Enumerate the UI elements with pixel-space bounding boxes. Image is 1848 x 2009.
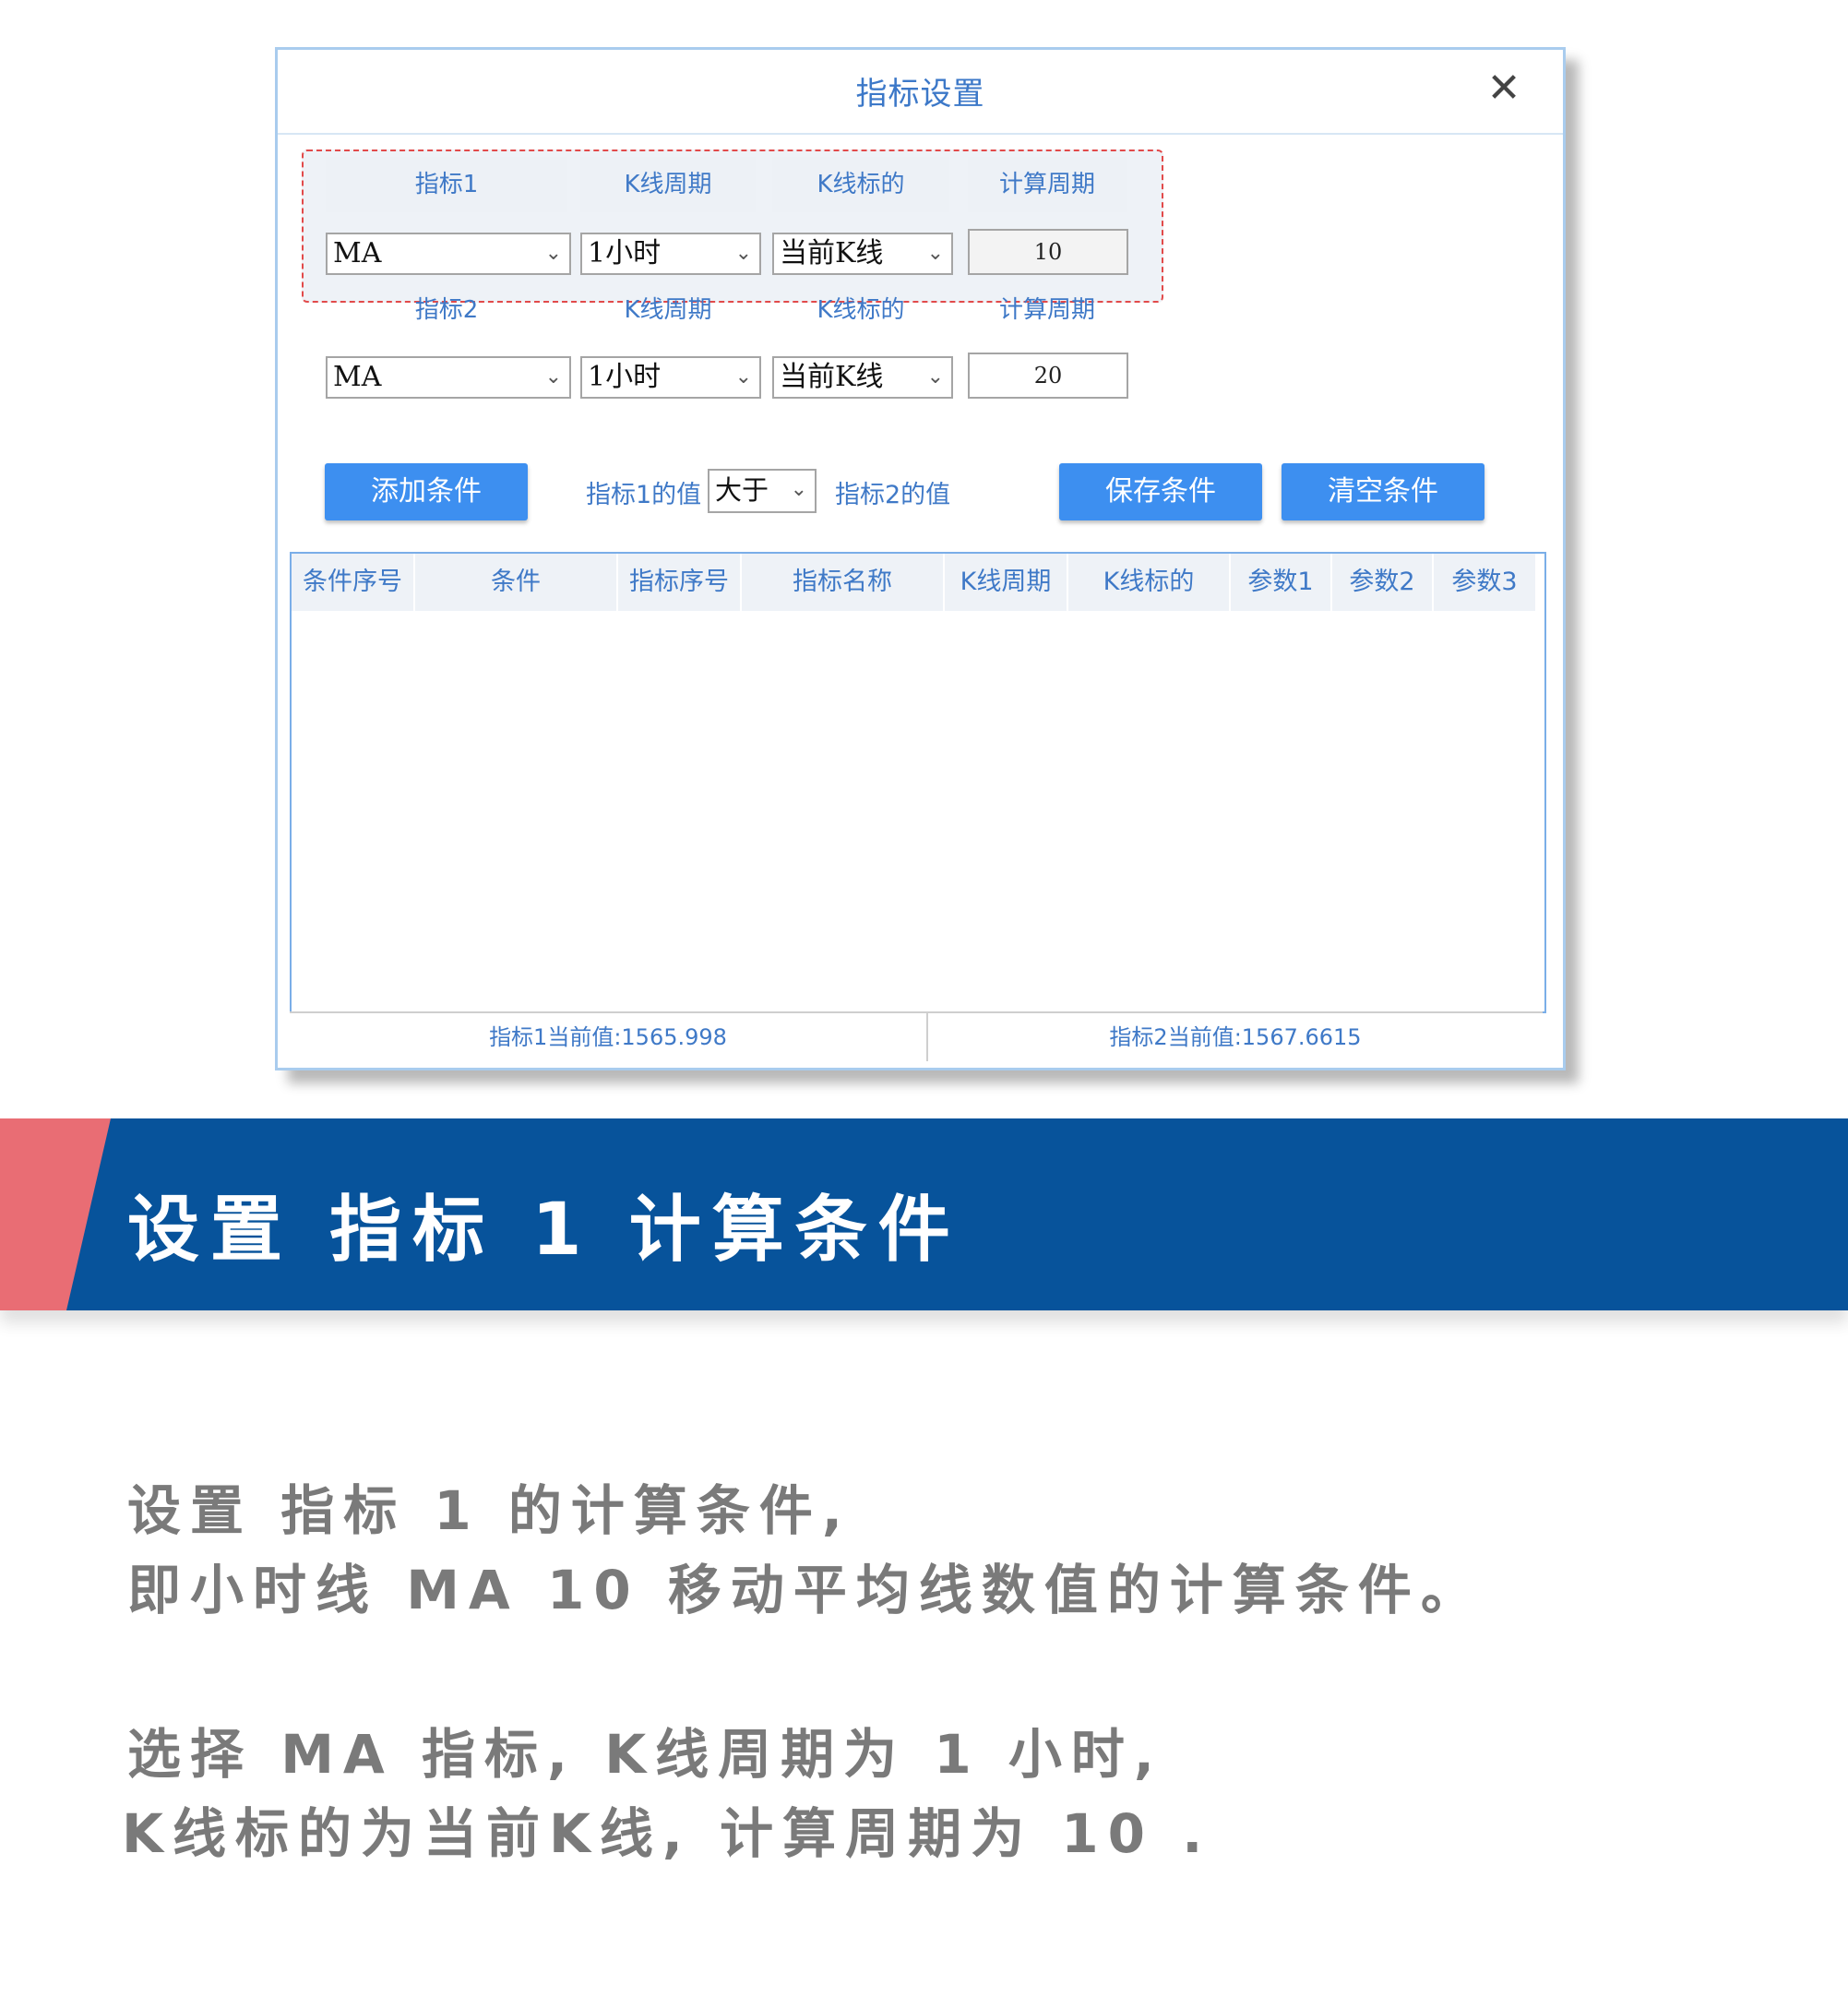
indicator2-current-value: 指标2当前值:1567.6615 (1109, 1024, 1362, 1050)
indicator1-calc-period-label: 计算周期 (968, 157, 1127, 212)
indicator1-kline-target-label: K线标的 (772, 157, 949, 212)
chevron-down-icon: ⌄ (926, 242, 944, 265)
compare-right-label: 指标2的值 (835, 481, 951, 509)
table-header[interactable]: 指标序号 (618, 554, 742, 611)
description-line-4: K线标的为当前K线, 计算周期为 10 . (122, 1802, 1212, 1865)
table-header[interactable]: 指标名称 (742, 554, 945, 611)
dialog-titlebar: 指标设置 ✕ (278, 50, 1563, 135)
table-header[interactable]: 条件序号 (292, 554, 415, 611)
indicator1-label: 指标1 (326, 157, 567, 212)
clear-condition-button[interactable]: 清空条件 (1282, 463, 1484, 520)
indicator2-kline-period-label: K线周期 (624, 296, 712, 324)
indicator2-kline-period-select[interactable]: 1小时 ⌄ (580, 356, 761, 399)
indicator2-calc-period-label: 计算周期 (998, 296, 1095, 324)
chevron-down-icon: ⌄ (734, 242, 752, 265)
indicator1-kline-target-value: 当前K线 (780, 237, 884, 269)
compare-left-label: 指标1的值 (586, 481, 702, 509)
indicator2-calc-period-input[interactable]: 20 (968, 353, 1128, 399)
description-line-3: 选择 MA 指标, K线周期为 1 小时, (127, 1723, 1163, 1786)
table-header[interactable]: 参数2 (1332, 554, 1434, 611)
indicator1-kline-period-value: 1小时 (588, 237, 662, 269)
chevron-down-icon: ⌄ (926, 365, 944, 389)
indicator1-kline-period-label: K线周期 (580, 157, 756, 212)
close-icon[interactable]: ✕ (1478, 63, 1530, 114)
save-condition-button[interactable]: 保存条件 (1059, 463, 1262, 520)
indicator1-calc-period-input[interactable]: 10 (968, 229, 1128, 275)
table-header[interactable]: 参数3 (1434, 554, 1537, 611)
indicator2-kline-target-label: K线标的 (817, 296, 905, 324)
indicator2-kline-target-select[interactable]: 当前K线 ⌄ (772, 356, 953, 399)
indicator1-select[interactable]: MA ⌄ (326, 233, 571, 275)
dialog-title: 指标设置 (855, 76, 985, 113)
indicator1-current-value: 指标1当前值:1565.998 (489, 1024, 727, 1050)
chevron-down-icon: ⌄ (734, 365, 752, 389)
indicator2-select[interactable]: MA ⌄ (326, 356, 571, 399)
table-header[interactable]: K线周期 (945, 554, 1068, 611)
section-banner: 设置 指标 1 计算条件 (0, 1118, 1848, 1310)
status-bar: 指标1当前值:1565.998 指标2当前值:1567.6615 (290, 1011, 1543, 1061)
indicator2-select-value: MA (333, 361, 382, 393)
table-header[interactable]: K线标的 (1068, 554, 1231, 611)
compare-operator-value: 大于 (715, 474, 769, 506)
table-header[interactable]: 参数1 (1231, 554, 1332, 611)
indicator1-select-value: MA (333, 237, 382, 269)
indicator-settings-dialog: 指标设置 ✕ 指标1 K线周期 K线标的 计算周期 MA ⌄ 1小时 ⌄ 当前K… (275, 47, 1566, 1070)
conditions-table[interactable]: 条件序号 条件 指标序号 指标名称 K线周期 K线标的 参数1 参数2 参数3 (290, 552, 1546, 1013)
table-header[interactable]: 条件 (415, 554, 618, 611)
description-line-2: 即小时线 MA 10 移动平均线数值的计算条件。 (127, 1559, 1484, 1621)
indicator2-kline-period-value: 1小时 (588, 361, 662, 393)
chevron-down-icon: ⌄ (544, 242, 562, 265)
indicator2-label: 指标2 (414, 296, 479, 324)
indicator2-kline-target-value: 当前K线 (780, 361, 884, 393)
chevron-down-icon: ⌄ (544, 365, 562, 389)
compare-operator-select[interactable]: 大于 ⌄ (708, 469, 817, 513)
indicator1-kline-period-select[interactable]: 1小时 ⌄ (580, 233, 761, 275)
add-condition-button[interactable]: 添加条件 (325, 463, 528, 520)
indicator1-kline-target-select[interactable]: 当前K线 ⌄ (772, 233, 953, 275)
chevron-down-icon: ⌄ (790, 478, 807, 501)
description-line-1: 设置 指标 1 的计算条件, (127, 1479, 852, 1542)
banner-title: 设置 指标 1 计算条件 (127, 1189, 961, 1272)
